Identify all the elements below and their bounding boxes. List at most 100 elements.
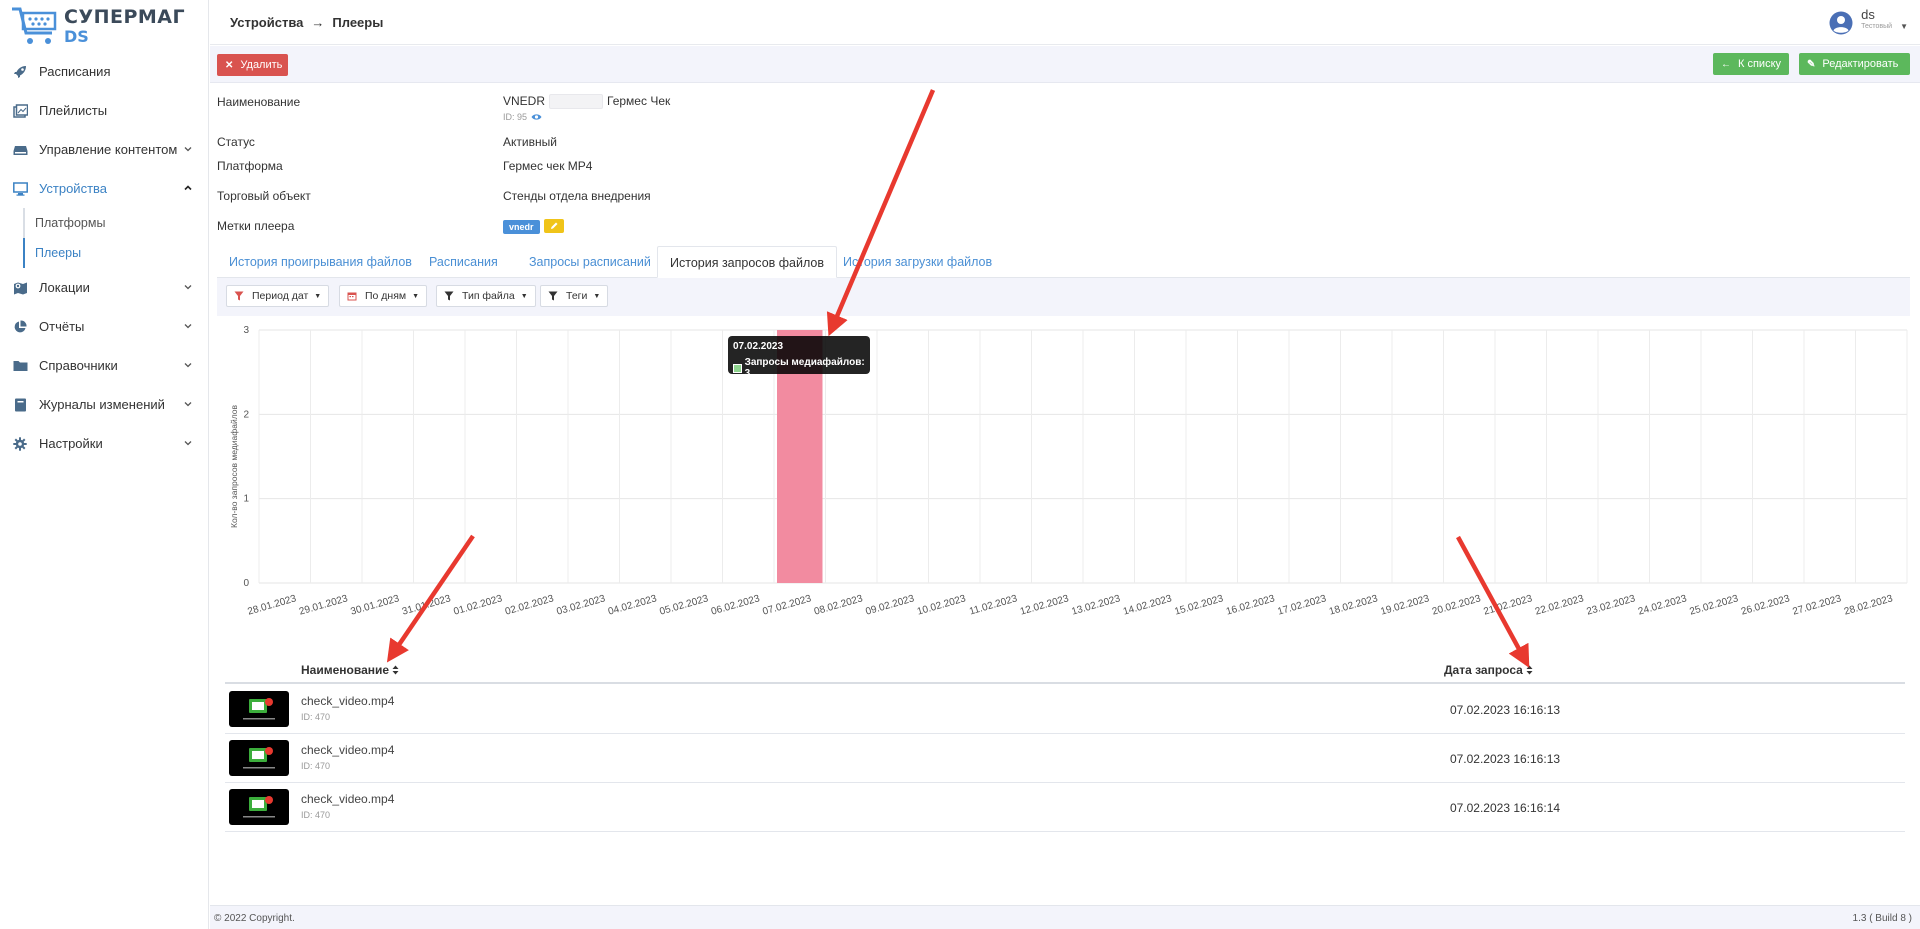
column-header-name[interactable]: Наименование <box>301 663 399 677</box>
tab-file-download-history[interactable]: История загрузки файлов <box>831 246 1004 278</box>
y-tick-label: 2 <box>243 409 249 420</box>
sidebar-item-label: Локации <box>39 280 90 295</box>
sidebar-nav: Расписания Плейлисты Управление контенто… <box>0 52 208 463</box>
app-logo[interactable]: СУПЕРМАГ DS <box>10 4 190 48</box>
sidebar-item-label: Управление контентом <box>39 142 178 157</box>
eye-icon[interactable] <box>531 113 542 121</box>
tooltip-title: 07.02.2023 <box>733 341 784 352</box>
player-tag: vnedr <box>503 220 540 234</box>
request-date: 07.02.2023 16:16:14 <box>1449 801 1561 815</box>
x-tick-label: 20.02.2023 <box>1431 593 1483 617</box>
sidebar-item-label: Справочники <box>39 358 118 373</box>
x-tick-label: 05.02.2023 <box>658 593 710 617</box>
sidebar-item-references[interactable]: Справочники <box>0 346 208 385</box>
filter-by-days[interactable]: По дням ▼ <box>339 285 428 307</box>
filter-date-period[interactable]: Период дат ▼ <box>226 285 330 307</box>
sidebar-item-locations[interactable]: Локации <box>0 268 208 307</box>
sidebar-item-devices[interactable]: Устройства <box>0 169 208 208</box>
user-role: Тестовый <box>1861 23 1893 30</box>
playlist-icon <box>12 103 28 119</box>
status-value: Активный <box>503 135 557 149</box>
devices-subnav: Платформы Плееры <box>0 208 208 268</box>
caret-down-icon: ▼ <box>314 292 322 300</box>
x-tick-label: 10.02.2023 <box>916 593 968 617</box>
edit-button[interactable]: ✎ Редактировать <box>1799 53 1910 75</box>
player-name-suffix: Гермес Чек <box>607 94 671 108</box>
monitor-icon <box>12 181 28 197</box>
edit-tags-button[interactable] <box>543 219 564 233</box>
y-tick-label: 3 <box>243 325 249 336</box>
x-tick-label: 23.02.2023 <box>1585 593 1637 617</box>
x-tick-label: 27.02.2023 <box>1791 593 1843 617</box>
column-header-date[interactable]: Дата запроса <box>1444 663 1533 677</box>
sidebar: СУПЕРМАГ DS Расписания Плейлисты Управле… <box>0 0 209 929</box>
table-header: Наименование Дата запроса <box>225 656 1905 684</box>
arrow-left-icon: ← <box>1721 58 1731 70</box>
x-tick-label: 01.02.2023 <box>452 593 504 617</box>
tags-label: Метки плеера <box>217 219 295 233</box>
tab-schedule-requests[interactable]: Запросы расписаний <box>517 246 663 278</box>
video-thumbnail-icon <box>243 698 275 720</box>
page-footer: © 2022 Copyright. 1.3 ( Build 8 ) <box>210 905 1920 929</box>
back-to-list-label: К списку <box>1738 58 1782 70</box>
sort-icon <box>392 665 399 675</box>
column-header-label: Наименование <box>301 663 390 677</box>
video-thumbnail-icon <box>243 747 275 769</box>
filter-icon <box>548 291 558 301</box>
sort-icon <box>1526 665 1533 675</box>
platform-label: Платформа <box>217 159 283 173</box>
edit-icon: ✎ <box>1807 58 1816 70</box>
x-tick-label: 29.01.2023 <box>298 593 350 617</box>
tab-playback-history[interactable]: История проигрывания файлов <box>217 246 424 278</box>
video-thumbnail <box>229 740 289 776</box>
caret-down-icon: ▼ <box>593 292 601 300</box>
x-tick-label: 28.02.2023 <box>1843 593 1895 617</box>
breadcrumb-devices[interactable]: Устройства <box>230 15 303 30</box>
redacted-block <box>549 94 604 110</box>
player-name: VNEDR Гермес Чек ID: 95 <box>503 94 670 122</box>
copyright-text: © 2022 Copyright. <box>214 913 295 924</box>
book-icon <box>12 397 28 413</box>
x-tick-label: 25.02.2023 <box>1688 593 1740 617</box>
user-menu[interactable]: ds Тестовый ▼ <box>1829 8 1908 35</box>
filter-icon <box>444 291 454 301</box>
calendar-icon <box>347 292 357 301</box>
table-row[interactable]: check_video.mp4 ID: 470 07.02.2023 16:16… <box>225 734 1905 783</box>
platform-value: Гермес чек MP4 <box>503 159 593 173</box>
sidebar-item-playlists[interactable]: Плейлисты <box>0 91 208 130</box>
tooltip-swatch <box>733 363 742 373</box>
file-id: ID: 470 <box>301 810 331 820</box>
back-to-list-button[interactable]: ← К списку <box>1713 53 1789 75</box>
sidebar-item-schedules[interactable]: Расписания <box>0 52 208 91</box>
table-row[interactable]: check_video.mp4 ID: 470 07.02.2023 16:16… <box>225 783 1905 832</box>
caret-down-icon: ▼ <box>412 292 420 300</box>
hdd-icon <box>12 142 28 158</box>
filter-tags[interactable]: Теги ▼ <box>540 285 609 307</box>
x-tick-label: 17.02.2023 <box>1276 593 1328 617</box>
delete-button[interactable]: ✕ Удалить <box>217 54 288 76</box>
top-header: Устройства → Плееры ds Тестовый ▼ <box>210 0 1920 45</box>
x-tick-label: 26.02.2023 <box>1740 593 1792 617</box>
sidebar-item-label: Журналы изменений <box>39 397 165 412</box>
sidebar-item-changelog[interactable]: Журналы изменений <box>0 385 208 424</box>
table-row[interactable]: check_video.mp4 ID: 470 07.02.2023 16:16… <box>225 685 1905 734</box>
tab-schedules[interactable]: Расписания <box>417 246 510 278</box>
sidebar-item-reports[interactable]: Отчёты <box>0 307 208 346</box>
filter-bar: Период дат ▼ По дням ▼ Тип файла ▼ Теги ▼ <box>217 278 1910 316</box>
tab-file-request-history[interactable]: История запросов файлов <box>657 246 838 278</box>
filter-file-type[interactable]: Тип файла ▼ <box>436 285 536 307</box>
video-thumbnail <box>229 789 289 825</box>
player-name-prefix: VNEDR <box>503 94 546 108</box>
x-tick-label: 24.02.2023 <box>1637 593 1689 617</box>
sidebar-item-settings[interactable]: Настройки <box>0 424 208 463</box>
chevron-down-icon <box>184 324 192 329</box>
status-label: Статус <box>217 135 255 149</box>
sidebar-subitem-platforms[interactable]: Платформы <box>23 208 208 238</box>
gear-icon <box>12 436 28 452</box>
x-tick-label: 08.02.2023 <box>813 593 865 617</box>
sidebar-subitem-players[interactable]: Плееры <box>23 238 208 268</box>
folder-icon <box>12 358 28 374</box>
video-thumbnail-icon <box>243 796 275 818</box>
filter-label: Тип файла <box>462 290 515 302</box>
sidebar-item-content[interactable]: Управление контентом <box>0 130 208 169</box>
